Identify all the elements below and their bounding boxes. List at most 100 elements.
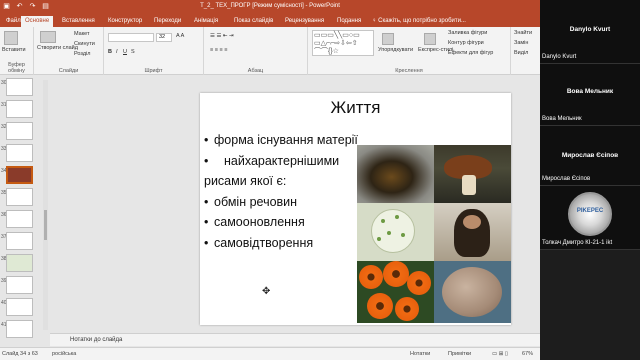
bullet-text: самооновлення bbox=[214, 215, 305, 229]
bullet-text: форма існування матерії bbox=[214, 133, 358, 147]
title-bar: ▣ ↶ ↷ ▤ T_2_ ТЕХ_ПРОГР [Режим сумісності… bbox=[0, 0, 540, 14]
slide-thumbnail[interactable] bbox=[6, 210, 33, 228]
monkey-photo[interactable] bbox=[434, 203, 511, 261]
slide[interactable]: Життя • форма існування матерії • найхарак… bbox=[200, 93, 511, 325]
slide-thumbnail[interactable] bbox=[6, 78, 33, 96]
slide-thumbnail[interactable] bbox=[6, 298, 33, 316]
bullet-marker: • bbox=[204, 153, 209, 168]
bullet-marker: • bbox=[204, 133, 209, 147]
cell-photo[interactable] bbox=[357, 203, 434, 261]
participant-label: Мирослав Єсіпов bbox=[542, 176, 591, 182]
slide-counter: Слайд 34 з 63 bbox=[2, 351, 38, 357]
group-clipboard: Вставити Буфер обміну bbox=[0, 27, 34, 75]
bullet-marker: • bbox=[204, 235, 209, 250]
reset-button[interactable]: Скинути bbox=[74, 41, 95, 47]
underline-icon[interactable]: U bbox=[123, 49, 127, 55]
flowers-photo[interactable] bbox=[357, 261, 434, 323]
shapes-gallery[interactable]: ▭▭▭╲╲▭○▭ ▭△⌐⌐⇨⇩⇦⇧ ⌒⌒{}☆ bbox=[312, 30, 374, 56]
bee-photo[interactable] bbox=[357, 145, 434, 203]
bullet-list[interactable]: • форма існування матерії • найхарактерніш… bbox=[204, 130, 379, 253]
slide-title[interactable]: Життя bbox=[200, 98, 511, 118]
bullet-item: • обмін речовин bbox=[204, 192, 379, 213]
slide-thumbnail[interactable] bbox=[6, 232, 33, 250]
slide-thumbnail[interactable] bbox=[6, 100, 33, 118]
italic-icon[interactable]: I bbox=[116, 49, 118, 55]
notes-pane[interactable]: Нотатки до слайда bbox=[50, 333, 540, 346]
bullet-item: • форма існування матерії bbox=[204, 130, 379, 151]
notes-toggle[interactable]: Нотатки bbox=[410, 351, 430, 357]
slide-thumbnail[interactable] bbox=[6, 276, 33, 294]
bullets-icon[interactable]: ☰ ☰ ⇤ ⇥ bbox=[210, 33, 234, 39]
slide-thumbnail[interactable] bbox=[6, 320, 33, 338]
find-button[interactable]: Знайти bbox=[514, 30, 532, 36]
tab-slideshow[interactable]: Показ слайдів bbox=[230, 16, 277, 27]
participant-tile[interactable]: Danylo Kvurt Danylo Kvurt bbox=[540, 0, 640, 64]
zoom-level[interactable]: 67% bbox=[522, 351, 533, 357]
move-cursor-icon: ✥ bbox=[262, 286, 271, 297]
tab-design[interactable]: Конструктор bbox=[104, 16, 146, 27]
font-name-input[interactable] bbox=[108, 33, 154, 42]
font-grow-icon[interactable]: A A bbox=[176, 33, 184, 39]
thumbnails-scrollbar[interactable] bbox=[43, 80, 48, 330]
college-logo-icon: PIKEPEC bbox=[568, 192, 612, 236]
align-icon[interactable]: ≡ ≡ ≡ ≡ bbox=[210, 47, 227, 53]
layout-button[interactable]: Макет bbox=[74, 31, 90, 37]
mushroom-photo[interactable] bbox=[434, 145, 511, 203]
ribbon-tabs: Файл Основне Вставлення Конструктор Пере… bbox=[0, 14, 540, 27]
tab-home[interactable]: Основне bbox=[21, 16, 54, 27]
notes-placeholder[interactable]: Нотатки до слайда bbox=[70, 337, 122, 343]
group-drawing: ▭▭▭╲╲▭○▭ ▭△⌐⌐⇨⇩⇦⇧ ⌒⌒{}☆ Упорядкувати Екс… bbox=[308, 27, 511, 75]
arrange-label[interactable]: Упорядкувати bbox=[378, 47, 413, 53]
tab-animations[interactable]: Анімація bbox=[190, 16, 222, 27]
slide-thumbnail-selected[interactable] bbox=[6, 166, 33, 184]
tab-insert[interactable]: Вставлення bbox=[58, 16, 99, 27]
participant-tile[interactable]: Вова Мельник Вова Мельник bbox=[540, 64, 640, 126]
tab-transitions[interactable]: Переходи bbox=[150, 16, 185, 27]
slide-thumbnail[interactable] bbox=[6, 122, 33, 140]
group-label: Шрифт bbox=[144, 68, 163, 74]
video-call-panel: Danylo Kvurt Danylo Kvurt Вова Мельник В… bbox=[540, 0, 640, 360]
slide-thumbnails-pane: 30 31 32 33 34 35 36 37 38 39 40 41 bbox=[0, 76, 48, 346]
group-slides: Створити слайд Макет Скинути Розділ Слай… bbox=[34, 27, 104, 75]
bullet-item: • самооновлення bbox=[204, 212, 379, 233]
powerpoint-window: ▣ ↶ ↷ ▤ T_2_ ТЕХ_ПРОГР [Режим сумісності… bbox=[0, 0, 540, 360]
slide-thumbnail[interactable] bbox=[6, 144, 33, 162]
bullet-item: • самовідтворення bbox=[204, 233, 379, 254]
shape-effects-button[interactable]: Ефекти для фігур bbox=[448, 50, 493, 56]
shape-outline-button[interactable]: Контур фігури bbox=[448, 40, 484, 46]
replace-button[interactable]: Замін bbox=[514, 40, 528, 46]
bullet-text: самовідтворення bbox=[214, 235, 314, 250]
scrollbar-thumb[interactable] bbox=[44, 210, 47, 240]
bold-icon[interactable]: B bbox=[108, 49, 112, 55]
shadow-icon[interactable]: S bbox=[131, 49, 135, 55]
comments-toggle[interactable]: Примітки bbox=[448, 351, 471, 357]
font-size-input[interactable]: 32 bbox=[156, 33, 172, 42]
participant-tile[interactable]: Мирослав Єсіпов Мирослав Єсіпов bbox=[540, 126, 640, 186]
group-editing: Знайти Замін Виділ bbox=[511, 27, 540, 75]
bullet-text: найхарактернішими bbox=[224, 153, 340, 168]
shape-fill-button[interactable]: Заливка фігури bbox=[448, 30, 487, 36]
participant-label: Danylo Kvurt bbox=[542, 54, 577, 60]
group-label: Креслення bbox=[395, 68, 423, 74]
ribbon: Вставити Буфер обміну Створити слайд Мак… bbox=[0, 27, 540, 75]
new-slide-label[interactable]: Створити слайд bbox=[37, 45, 78, 51]
paste-icon[interactable] bbox=[4, 31, 18, 45]
tell-me-box[interactable]: ♀ Скажіть, що потрібно зробити... bbox=[372, 16, 466, 26]
new-slide-icon[interactable] bbox=[40, 31, 56, 43]
slide-thumbnail[interactable] bbox=[6, 188, 33, 206]
group-paragraph: ☰ ☰ ⇤ ⇥ ≡ ≡ ≡ ≡ Абзац bbox=[204, 27, 308, 75]
group-label: Буфер обміну bbox=[8, 62, 25, 74]
tab-review[interactable]: Рецензування bbox=[281, 16, 328, 27]
arrange-icon[interactable] bbox=[382, 33, 394, 45]
section-button[interactable]: Розділ bbox=[74, 51, 90, 57]
stone-photo[interactable] bbox=[434, 261, 511, 323]
paste-label: Вставити bbox=[2, 47, 26, 53]
quick-styles-icon[interactable] bbox=[424, 33, 436, 45]
select-button[interactable]: Виділ bbox=[514, 50, 528, 56]
tab-view[interactable]: Подання bbox=[333, 16, 365, 27]
slide-thumbnail[interactable] bbox=[6, 254, 33, 272]
bullet-text: рисами якої є: bbox=[204, 174, 287, 188]
language-indicator[interactable]: російська bbox=[52, 351, 76, 357]
view-icons[interactable]: ▭ ⊞ ▯ bbox=[492, 351, 508, 357]
bullet-marker: • bbox=[204, 194, 209, 209]
